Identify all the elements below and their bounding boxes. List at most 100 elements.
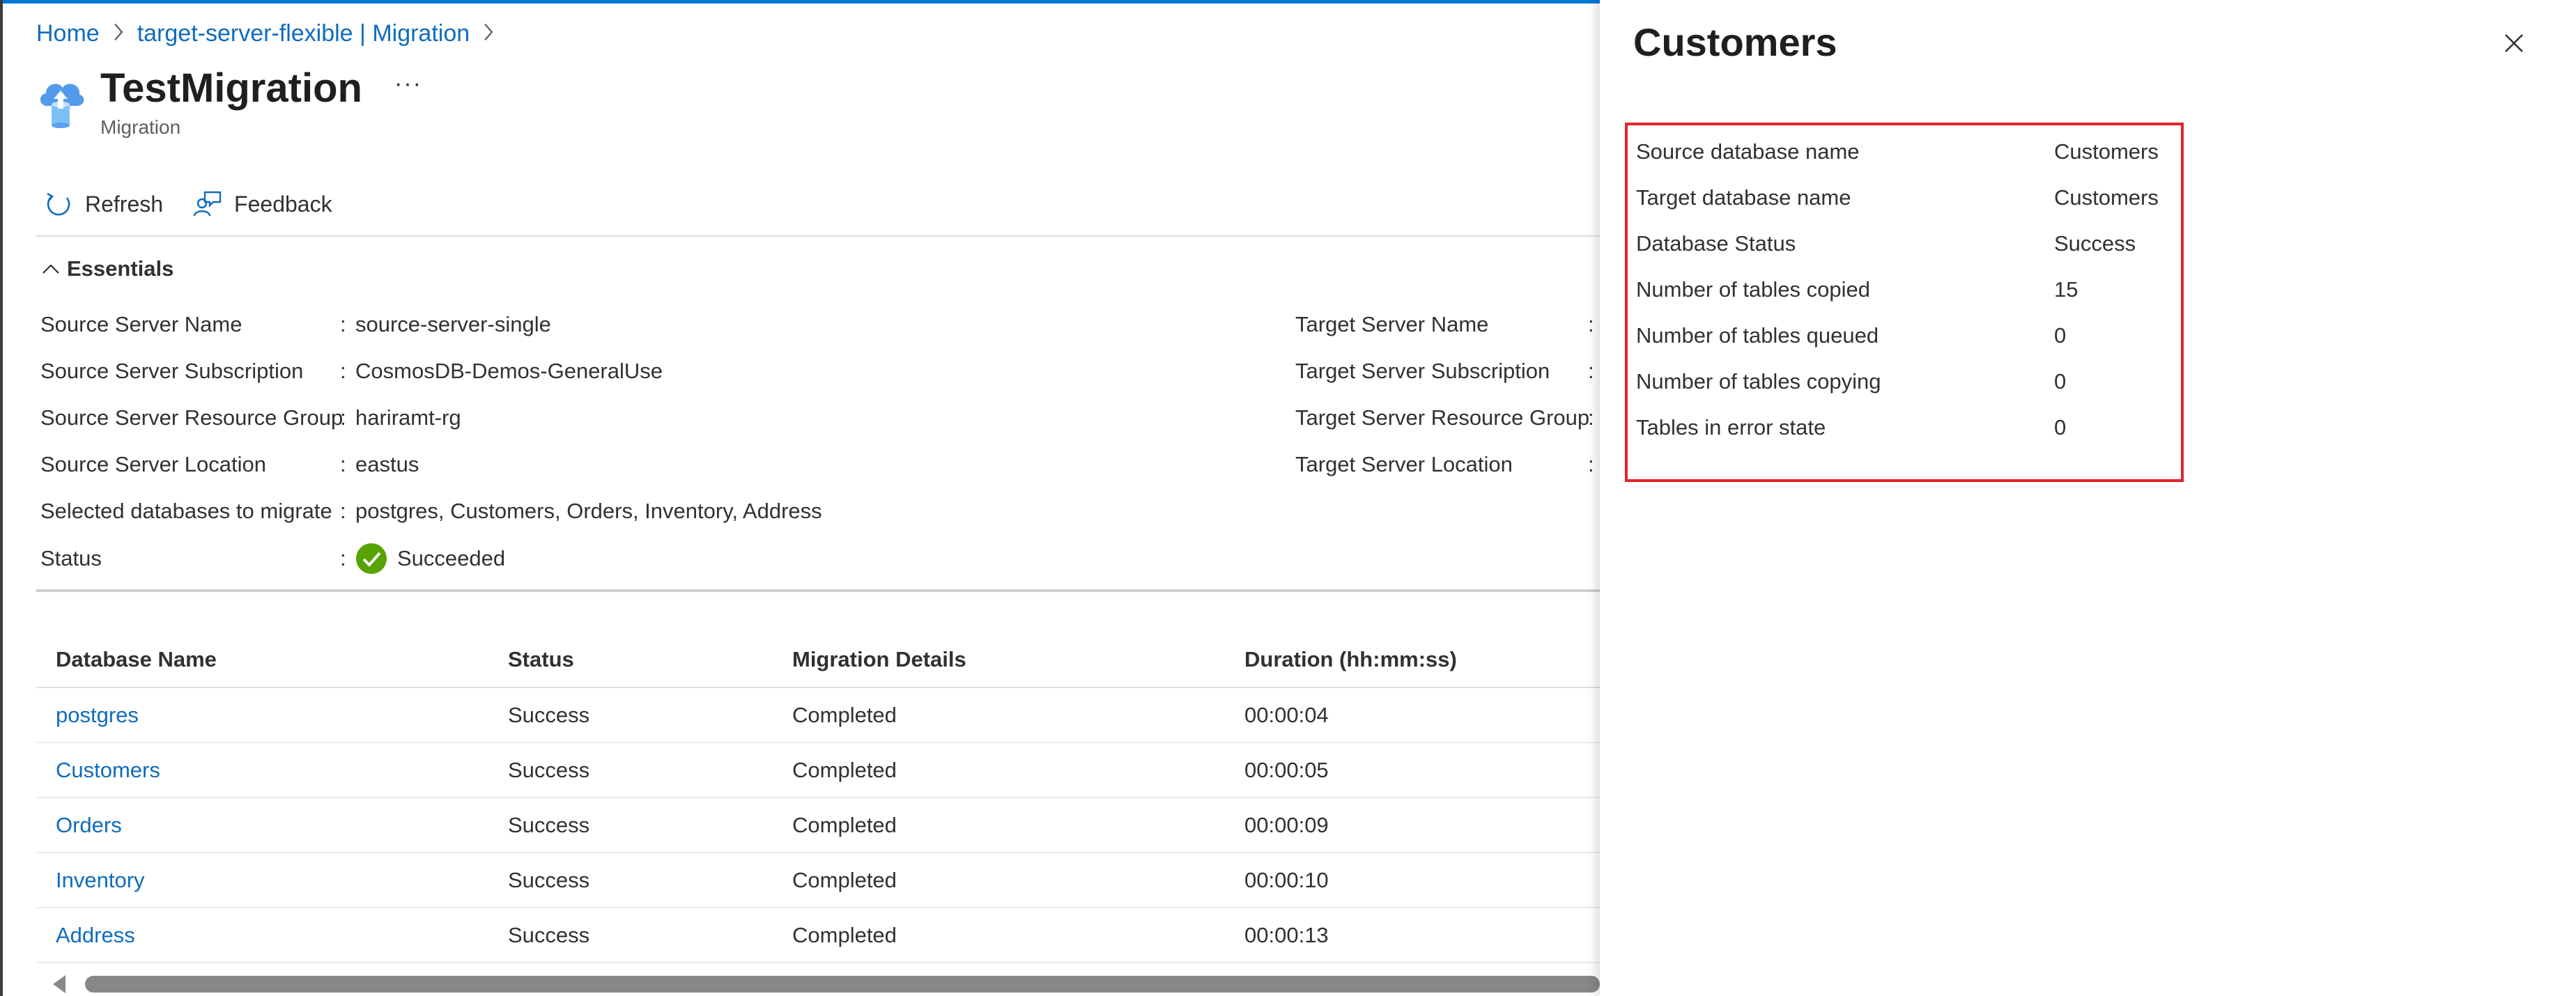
column-header-database-name[interactable]: Database Name — [56, 632, 217, 687]
more-options-button[interactable]: ··· — [390, 70, 426, 104]
database-status: Success — [508, 867, 590, 892]
status-text: Succeeded — [397, 546, 506, 570]
table-header-row: Database Name Status Migration Details D… — [36, 632, 1600, 688]
breadcrumb: Home target-server-flexible | Migration — [36, 20, 507, 47]
essentials-toggle[interactable]: Essentials — [40, 256, 173, 281]
essentials-colon: : — [340, 452, 346, 476]
scrollbar-thumb[interactable] — [85, 976, 1600, 993]
status-value: Succeeded — [355, 543, 505, 575]
refresh-label: Refresh — [85, 191, 164, 217]
database-status: Success — [508, 702, 590, 727]
essentials-label: Target Server Resource Group — [1295, 405, 1590, 430]
breadcrumb-migration[interactable]: target-server-flexible | Migration — [137, 20, 470, 47]
essentials-label: Source Server Subscription — [40, 359, 304, 383]
duration: 00:00:05 — [1244, 757, 1329, 782]
detail-row: Target database name Customers — [1636, 182, 2159, 213]
table-row: Inventory Success Completed 00:00:10 — [36, 853, 1600, 908]
feedback-label: Feedback — [234, 191, 332, 217]
detail-value: Success — [2054, 231, 2136, 256]
detail-row: Number of tables copied 15 — [1636, 274, 2078, 305]
migration-page: Home target-server-flexible | Migration … — [0, 0, 2576, 996]
duration: 00:00:09 — [1244, 812, 1329, 837]
scroll-left-arrow[interactable] — [53, 975, 65, 993]
detail-label: Database Status — [1636, 231, 1796, 256]
detail-row: Tables in error state 0 — [1636, 412, 2066, 443]
refresh-button[interactable]: Refresh — [42, 185, 163, 224]
close-icon — [2505, 34, 2523, 52]
essentials-label: Source Server Name — [40, 312, 242, 336]
detail-row: Source database name Customers — [1636, 137, 2159, 167]
database-status: Success — [508, 922, 590, 947]
table-row: postgres Success Completed 00:00:04 — [36, 688, 1600, 743]
close-panel-button[interactable] — [2499, 28, 2529, 59]
page-title: TestMigration — [100, 65, 362, 111]
migration-details: Completed — [792, 922, 897, 947]
column-header-duration[interactable]: Duration (hh:mm:ss) — [1244, 632, 1457, 687]
detail-row: Number of tables queued 0 — [1636, 320, 2066, 351]
chevron-right-icon — [100, 20, 137, 47]
toolbar-divider — [36, 235, 1600, 237]
detail-value: 0 — [2054, 323, 2067, 348]
essentials-value: eastus — [355, 452, 419, 476]
detail-value: 0 — [2054, 369, 2067, 394]
page-subtitle: Migration — [100, 116, 181, 138]
database-status: Success — [508, 812, 590, 837]
migration-details: Completed — [792, 702, 897, 727]
essentials-colon: : — [340, 546, 346, 570]
detail-label: Target database name — [1636, 185, 1851, 210]
detail-value: 15 — [2054, 277, 2078, 302]
essentials-label: Target Server Name — [1295, 312, 1489, 336]
detail-row: Database Status Success — [1636, 228, 2136, 259]
command-toolbar: Refresh Feedback — [42, 185, 360, 224]
database-name-link[interactable]: Customers — [56, 743, 160, 797]
essentials-value: source-server-single — [355, 312, 551, 336]
column-header-migration-details[interactable]: Migration Details — [792, 632, 966, 687]
detail-value: Customers — [2054, 139, 2159, 164]
chevron-up-icon — [43, 264, 59, 274]
database-name-link[interactable]: Address — [56, 908, 135, 962]
detail-label: Tables in error state — [1636, 415, 1826, 439]
essentials-label: Selected databases to migrate — [40, 499, 332, 523]
database-name-link[interactable]: Orders — [56, 798, 122, 852]
feedback-icon — [193, 191, 222, 217]
essentials-value: postgres, Customers, Orders, Inventory, … — [355, 499, 822, 523]
essentials-separator — [36, 589, 1600, 592]
essentials-row: Target Server Subscription : — [1295, 356, 1603, 387]
databases-table: Database Name Status Migration Details D… — [36, 632, 1600, 963]
essentials-row: Target Server Location : — [1295, 449, 1603, 480]
essentials-row: Selected databases to migrate : postgres… — [40, 496, 822, 527]
essentials-value: hariramt-rg — [355, 405, 461, 430]
essentials-row: Source Server Subscription : CosmosDB-De… — [40, 356, 663, 387]
cloud-upload-database-icon — [36, 75, 85, 131]
duration: 00:00:10 — [1244, 867, 1329, 892]
database-status: Success — [508, 757, 590, 782]
essentials-colon: : — [340, 312, 346, 336]
essentials-row: Source Server Name : source-server-singl… — [40, 309, 551, 340]
duration: 00:00:04 — [1244, 702, 1329, 727]
essentials-label: Source Server Resource Group — [40, 405, 344, 430]
essentials-colon: : — [340, 499, 346, 523]
essentials-row: Source Server Resource Group : hariramt-… — [40, 403, 461, 433]
detail-label: Source database name — [1636, 139, 1860, 164]
detail-value: Customers — [2054, 185, 2159, 210]
panel-title: Customers — [1633, 20, 1837, 64]
horizontal-scrollbar[interactable] — [36, 972, 1600, 996]
database-name-link[interactable]: postgres — [56, 688, 139, 742]
essentials-label: Target Server Subscription — [1295, 359, 1550, 383]
database-name-link[interactable]: Inventory — [56, 853, 145, 907]
essentials-label: Status — [40, 546, 102, 570]
detail-label: Number of tables queued — [1636, 323, 1879, 348]
essentials-row: Source Server Location : eastus — [40, 449, 419, 480]
detail-label: Number of tables copying — [1636, 369, 1881, 394]
feedback-button[interactable]: Feedback — [191, 185, 332, 224]
column-header-status[interactable]: Status — [508, 632, 574, 687]
success-check-icon — [356, 543, 387, 574]
essentials-colon: : — [340, 359, 346, 383]
essentials-row: Status : Succeeded — [40, 543, 505, 574]
duration: 00:00:13 — [1244, 922, 1329, 947]
left-edge — [0, 0, 3, 996]
detail-label: Number of tables copied — [1636, 277, 1871, 302]
table-row: Orders Success Completed 00:00:09 — [36, 798, 1600, 853]
breadcrumb-home[interactable]: Home — [36, 20, 100, 47]
source-subscription-link[interactable]: CosmosDB-Demos-GeneralUse — [355, 359, 663, 384]
